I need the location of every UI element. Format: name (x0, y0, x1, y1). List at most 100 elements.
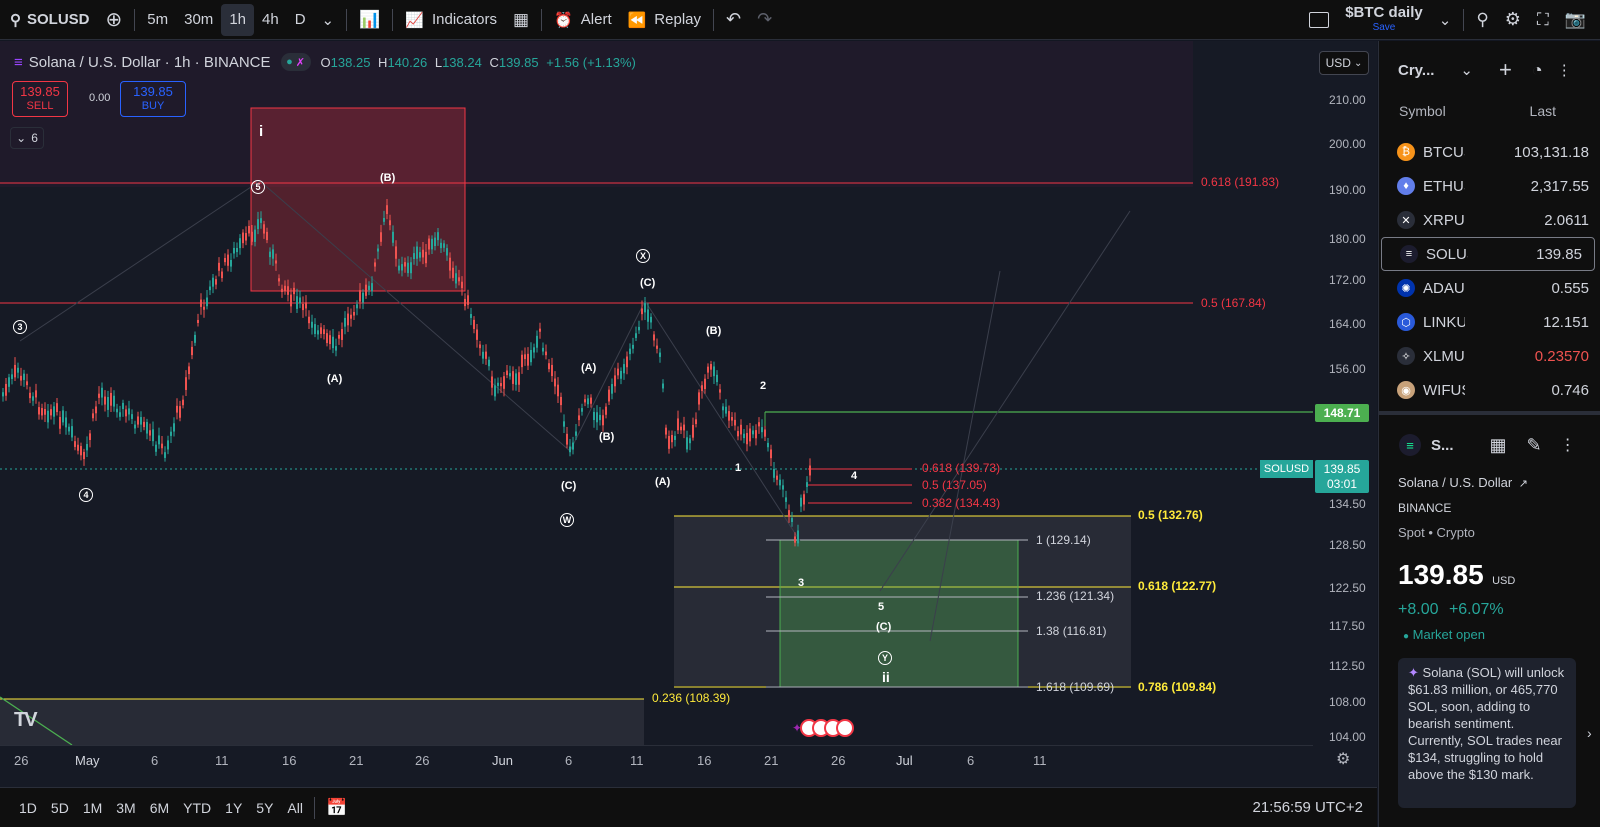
o-value: 138.25 (330, 54, 371, 70)
fullscreen-button[interactable]: ⛶ (1529, 0, 1557, 40)
watchlist-symbol: SOLUSD (1426, 245, 1468, 263)
candle-body (458, 277, 460, 282)
interval-4h[interactable]: 4h (254, 0, 287, 40)
watchlist-row[interactable]: ⬡ LINKUSD 12.151 (1379, 305, 1600, 339)
candle-body (680, 426, 682, 431)
candle-body (194, 334, 196, 343)
grid-icon[interactable]: ▦ (1490, 435, 1507, 456)
axis-settings-button[interactable]: ⚙ (1336, 749, 1350, 769)
candle-body (557, 384, 559, 397)
sell-button[interactable]: 139.85 SELL (12, 81, 68, 117)
candle-body (56, 403, 58, 413)
time-tick: Jun (492, 753, 513, 768)
replay-button[interactable]: ⏪ Replay (620, 0, 709, 40)
settings-button[interactable]: ⚙ (1497, 0, 1529, 40)
candle-body (326, 333, 328, 344)
more-icon[interactable]: ⋮ (1557, 61, 1572, 79)
interval-30m[interactable]: 30m (176, 0, 221, 40)
watchlist-row[interactable]: ✕ XRPUSD 2.0611 (1379, 203, 1600, 237)
candle-body (308, 316, 310, 324)
watchlist-name[interactable]: Cry... (1398, 62, 1434, 79)
buy-button[interactable]: 139.85 BUY (120, 81, 186, 117)
layout-name-button[interactable]: $BTC daily Save (1337, 0, 1431, 40)
fib-zone-bottom (0, 699, 644, 745)
candle-body (98, 393, 100, 398)
indicators-collapse[interactable]: ⌄ 6 (10, 127, 44, 149)
watchlist-row[interactable]: ✺ ADAUSD 0.555 (1379, 271, 1600, 305)
divider (392, 8, 394, 31)
range-5y[interactable]: 5Y (249, 800, 280, 816)
add-symbol-icon[interactable]: + (1499, 57, 1512, 83)
more-icon[interactable]: ⋮ (1560, 435, 1576, 455)
watchlist-row[interactable]: ≡ SOLUSD 139.85 (1381, 237, 1595, 271)
chart-canvas[interactable] (0, 41, 1377, 787)
interval-dropdown[interactable]: ⌄ (314, 0, 343, 40)
candle-body (731, 417, 733, 421)
edit-icon[interactable]: ✎ (1527, 435, 1542, 456)
candle-body (779, 479, 781, 486)
candle-body (53, 406, 55, 417)
wave-label: 1 (735, 462, 742, 474)
undo-icon: ↶ (726, 9, 742, 29)
date-range-button[interactable]: 📅 (319, 798, 354, 818)
interval-1h[interactable]: 1h (221, 3, 254, 36)
candle-body (47, 410, 49, 423)
pie-chart-icon[interactable]: ◔ (1532, 60, 1543, 81)
candle-body (278, 278, 280, 282)
news-card[interactable]: ✦ Solana (SOL) will unlock $61.83 millio… (1398, 658, 1576, 808)
compare-button[interactable]: ⊕ (98, 0, 131, 40)
redo-button[interactable]: ↷ (749, 0, 780, 40)
candle-body (182, 399, 184, 406)
candle-body (323, 329, 325, 334)
range-5d[interactable]: 5D (44, 800, 76, 816)
undo-button[interactable]: ↶ (718, 0, 749, 40)
candle-body (122, 402, 124, 410)
column-last[interactable]: Last (1530, 103, 1556, 119)
range-ytd[interactable]: YTD (176, 800, 218, 816)
candle-body (320, 327, 322, 334)
candle-body (608, 389, 610, 402)
candle-body (368, 285, 370, 290)
symbol-search[interactable]: ⚲ SOLUSD (0, 0, 98, 40)
chart-type-button[interactable]: 📊 (351, 0, 388, 40)
alert-button[interactable]: ⏰ Alert (546, 0, 620, 40)
watchlist-row[interactable]: ◉ WIFUSD 0.746 (1379, 373, 1600, 407)
coin-icon: ₿ (1397, 143, 1415, 161)
clock[interactable]: 21:56:59 UTC+2 (1253, 799, 1378, 816)
time-axis[interactable] (0, 745, 1313, 787)
watchlist-last: 0.23570 (1534, 347, 1589, 365)
tradingview-logo[interactable]: TV (14, 709, 38, 732)
layout-dropdown[interactable]: ⌄ (1431, 0, 1460, 40)
indicators-button[interactable]: 📈 Indicators (397, 0, 505, 40)
interval-5m[interactable]: 5m (139, 0, 176, 40)
watchlist-symbol: LINKUSD (1423, 313, 1465, 331)
scroll-right-icon[interactable]: › (1587, 725, 1592, 741)
economic-events[interactable]: ✦ (792, 719, 855, 737)
candle-body (764, 429, 766, 437)
candle-body (254, 229, 256, 242)
candle-body (35, 390, 37, 398)
watchlist-row[interactable]: ♦ ETHUSD 2,317.55 (1379, 169, 1600, 203)
range-3m[interactable]: 3M (109, 800, 142, 816)
range-all[interactable]: All (280, 800, 310, 816)
chart-pane[interactable]: ≡ Solana / U.S. Dollar · 1h · BINANCE ● ✗… (0, 41, 1377, 787)
range-6m[interactable]: 6M (143, 800, 176, 816)
templates-button[interactable]: ▦ (505, 0, 537, 40)
range-1d[interactable]: 1D (12, 800, 44, 816)
watchlist-row[interactable]: ₿ BTCUSD 103,131.18 (1379, 135, 1600, 169)
watchlist-row[interactable]: ✧ XLMUSD 0.23570 (1379, 339, 1600, 373)
range-1y[interactable]: 1Y (218, 800, 249, 816)
candle-body (638, 326, 640, 331)
chevron-down-icon[interactable]: ⌄ (1460, 61, 1473, 79)
quick-search-button[interactable]: ⚲ (1468, 0, 1496, 40)
candle-body (437, 232, 439, 241)
coin-icon: ✧ (1397, 347, 1415, 365)
wave-label: X (636, 249, 650, 263)
details-name[interactable]: Solana / U.S. Dollar ↗ (1398, 475, 1528, 490)
candle-body (686, 437, 688, 450)
interval-d[interactable]: D (287, 0, 314, 40)
layout-toggle[interactable] (1301, 0, 1337, 40)
screenshot-button[interactable]: 📷 (1557, 0, 1600, 40)
range-1m[interactable]: 1M (76, 800, 109, 816)
column-symbol[interactable]: Symbol (1399, 103, 1446, 119)
